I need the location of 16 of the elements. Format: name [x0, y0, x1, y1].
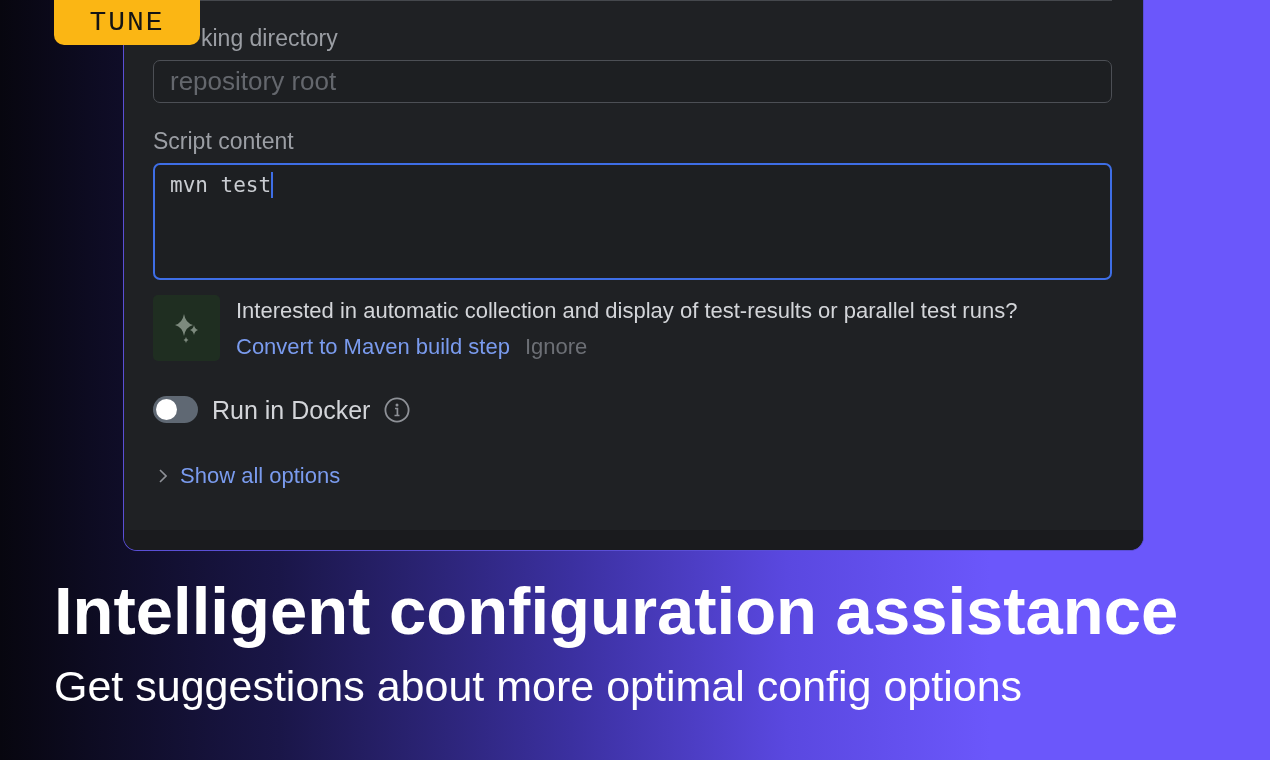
info-icon[interactable]	[384, 396, 411, 423]
tune-badge: TUNE	[54, 0, 200, 45]
ignore-link[interactable]: Ignore	[524, 334, 588, 360]
show-all-options-button[interactable]: Show all options	[159, 463, 341, 489]
field-label: king directory	[201, 25, 338, 51]
input-field[interactable]: repository root	[153, 60, 1112, 103]
text-cursor	[271, 172, 274, 198]
toggle-label: Run in Docker	[212, 395, 371, 424]
field-label: Script content	[153, 128, 294, 154]
sparkle-icon	[153, 295, 220, 361]
script-field[interactable]: mvn test	[153, 163, 1112, 280]
suggestion-text: Interested in automatic collection and display of test-results or parallel test runs?	[236, 297, 1018, 325]
toggle-switch[interactable]	[153, 396, 198, 423]
convert-link[interactable]: Convert to Maven build step	[236, 334, 510, 360]
headline: Intelligent configuration assistance	[54, 575, 1179, 647]
subheadline: Get suggestions about more optimal config options	[54, 661, 1023, 711]
